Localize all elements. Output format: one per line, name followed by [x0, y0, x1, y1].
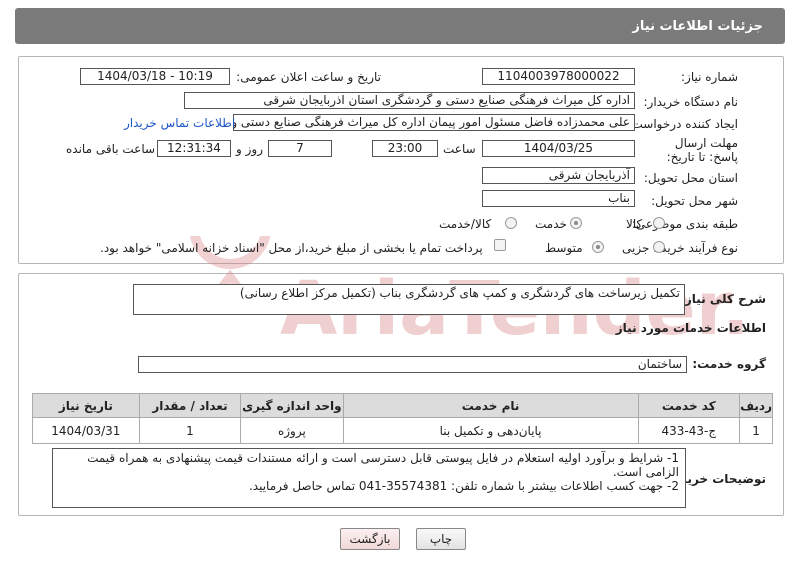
- creator-field: علی محمدزاده فاضل مسئول امور پیمان اداره…: [233, 114, 635, 131]
- announce-date-field: 1404/03/18 - 10:19: [80, 68, 230, 85]
- process-minor-radio[interactable]: [653, 241, 665, 253]
- print-button[interactable]: چاپ: [416, 528, 466, 550]
- cell-qty: 1: [138, 417, 242, 444]
- service-group-field: ساختمان: [138, 356, 687, 373]
- service-group-label: گروه خدمت:: [692, 357, 766, 371]
- page-header: جزئیات اطلاعات نیاز: [15, 8, 785, 44]
- treasury-checkbox[interactable]: [494, 239, 506, 251]
- table-row: 1 ج-43-433 پایان‌دهی و تکمیل بنا پروژه 1…: [32, 417, 773, 444]
- cell-row: 1: [739, 417, 773, 444]
- back-button[interactable]: بازگشت: [340, 528, 400, 550]
- need-desc-field: تکمیل زیرساخت های گردشگری و کمپ های گردش…: [133, 284, 685, 315]
- category-label: طبقه بندی موضوعی:: [631, 217, 738, 231]
- col-qty-header: تعداد / مقدار: [138, 393, 242, 418]
- need-desc-label: شرح کلی نیاز:: [680, 292, 766, 306]
- process-medium-label: متوسط: [545, 241, 583, 255]
- province-label: استان محل تحویل:: [643, 171, 738, 185]
- services-table: ردیف کد خدمت نام خدمت واحد اندازه گیری ت…: [32, 393, 773, 444]
- buyer-org-field: اداره کل میراث فرهنگی صنایع دستی و گردشگ…: [184, 92, 635, 109]
- buyer-notes-line-2: 2- جهت کسب اطلاعات بیشتر با شماره تلفن: …: [248, 479, 679, 493]
- col-unit-header: واحد اندازه گیری: [240, 393, 344, 418]
- days-label: روز و: [236, 142, 263, 156]
- buyer-org-label: نام دستگاه خریدار:: [643, 95, 739, 109]
- deadline-time-label: ساعت: [443, 142, 476, 156]
- cell-unit: پروژه: [240, 417, 344, 444]
- category-service-radio[interactable]: [570, 217, 582, 229]
- creator-label: ایجاد کننده درخواست:: [627, 117, 738, 131]
- days-remaining-field: 7: [268, 140, 332, 157]
- buyer-notes-line-1: 1- شرایط و برآورد اولیه استعلام در فایل …: [87, 451, 679, 479]
- remaining-time-label: ساعت باقی مانده: [66, 142, 156, 156]
- process-minor-label: جزیی: [622, 241, 650, 255]
- buyer-notes-field: 1- شرایط و برآورد اولیه استعلام در فایل …: [52, 448, 686, 508]
- category-goods-label: کالا: [626, 217, 643, 231]
- category-goods-radio[interactable]: [653, 217, 665, 229]
- city-field: بناب: [482, 190, 635, 207]
- services-title: اطلاعات خدمات مورد نیاز: [615, 321, 766, 335]
- page-title: جزئیات اطلاعات نیاز: [632, 19, 763, 34]
- remaining-time-field: 12:31:34: [157, 140, 231, 157]
- category-goods-service-label: کالا/خدمت: [439, 217, 492, 231]
- announce-label: تاریخ و ساعت اعلان عمومی:: [236, 70, 381, 84]
- cell-code: ج-43-433: [637, 417, 741, 444]
- cell-date: 1404/03/31: [32, 417, 140, 444]
- col-code-header: کد خدمت: [637, 393, 741, 418]
- category-goods-service-radio[interactable]: [505, 217, 517, 229]
- col-name-header: نام خدمت: [342, 393, 639, 418]
- category-service-label: خدمت: [535, 217, 567, 231]
- province-field: آذربایجان شرقی: [482, 167, 635, 184]
- deadline-date-field: 1404/03/25: [482, 140, 635, 157]
- need-number-field: 1104003978000022: [482, 68, 635, 85]
- cell-name: پایان‌دهی و تکمیل بنا: [342, 417, 639, 444]
- buyer-contact-link[interactable]: اطلاعات تماس خریدار: [124, 116, 235, 130]
- city-label: شهر محل تحویل:: [651, 194, 738, 208]
- col-date-header: تاریخ نیاز: [32, 393, 140, 418]
- table-header-row: ردیف کد خدمت نام خدمت واحد اندازه گیری ت…: [32, 393, 773, 418]
- need-number-label: شماره نیاز:: [681, 70, 738, 84]
- treasury-text: پرداخت تمام یا بخشی از مبلغ خرید،از محل …: [100, 241, 483, 255]
- col-row-header: ردیف: [739, 393, 773, 418]
- deadline-label: مهلت ارسال پاسخ: تا تاریخ:: [666, 136, 738, 164]
- process-label: نوع فرآیند خرید :: [653, 241, 738, 255]
- deadline-time-field: 23:00: [372, 140, 438, 157]
- process-medium-radio[interactable]: [592, 241, 604, 253]
